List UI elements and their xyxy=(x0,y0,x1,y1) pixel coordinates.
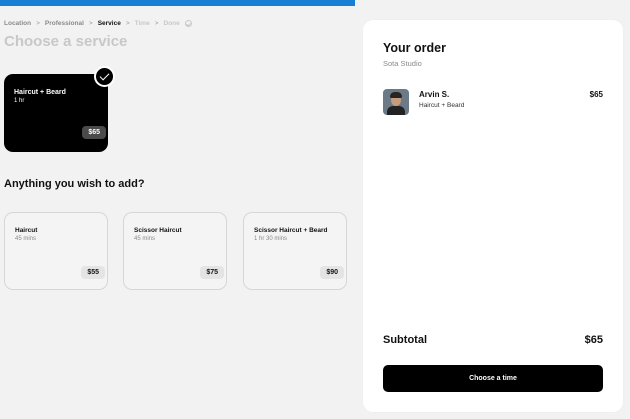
order-title: Your order xyxy=(383,41,446,55)
breadcrumb-done: Done xyxy=(163,20,180,27)
service-duration: 1 hr xyxy=(14,98,25,104)
page-title: Choose a service xyxy=(4,33,128,50)
order-summary-panel: Your order Sota Studio Arvin S. Haircut … xyxy=(363,20,623,412)
order-line-price: $65 xyxy=(589,90,603,99)
breadcrumb-separator: > xyxy=(125,20,130,27)
breadcrumb-time: Time xyxy=(134,20,150,27)
addon-duration: 1 hr 30 mins xyxy=(254,236,288,242)
breadcrumb-separator: > xyxy=(154,20,159,27)
addon-name: Scissor Haircut xyxy=(134,227,182,234)
breadcrumb-separator: > xyxy=(36,20,40,27)
avatar-body xyxy=(387,106,405,115)
top-accent-bar xyxy=(0,0,355,6)
subtotal-value: $65 xyxy=(584,334,603,346)
avatar xyxy=(383,89,409,115)
breadcrumb-professional[interactable]: Professional xyxy=(45,20,84,27)
addon-card-scissor-haircut-beard[interactable]: Scissor Haircut + Beard 1 hr 30 mins $90 xyxy=(243,212,347,290)
addon-duration: 45 mins xyxy=(15,236,37,242)
choose-time-button[interactable]: Choose a time xyxy=(383,365,603,392)
breadcrumb: Location > Professional > Service > Time… xyxy=(4,20,192,27)
addon-card-haircut[interactable]: Haircut 45 mins $55 xyxy=(4,212,108,290)
breadcrumb-location[interactable]: Location xyxy=(4,20,31,27)
staff-name: Arvin S. xyxy=(419,90,450,99)
check-circle-icon xyxy=(184,20,192,27)
addon-name: Scissor Haircut + Beard xyxy=(254,227,328,234)
addon-price: $75 xyxy=(200,266,224,279)
addon-price: $55 xyxy=(81,266,105,279)
studio-name: Sota Studio xyxy=(383,59,422,68)
breadcrumb-service: Service xyxy=(97,20,121,27)
addon-price: $90 xyxy=(320,266,344,279)
addon-name: Haircut xyxy=(15,227,38,234)
service-name: Haircut + Beard xyxy=(14,89,66,96)
avatar-hair xyxy=(390,92,402,98)
order-line-service: Haircut + Beard xyxy=(419,102,465,109)
subtotal-label: Subtotal xyxy=(383,334,427,346)
addons-heading: Anything you wish to add? xyxy=(4,178,145,190)
selected-check-icon xyxy=(94,66,115,87)
addon-duration: 45 mins xyxy=(134,236,156,242)
selected-service-card[interactable]: Haircut + Beard 1 hr $65 xyxy=(4,74,108,152)
service-price: $65 xyxy=(82,126,106,139)
addon-card-scissor-haircut[interactable]: Scissor Haircut 45 mins $75 xyxy=(123,212,227,290)
breadcrumb-separator: > xyxy=(88,20,93,27)
